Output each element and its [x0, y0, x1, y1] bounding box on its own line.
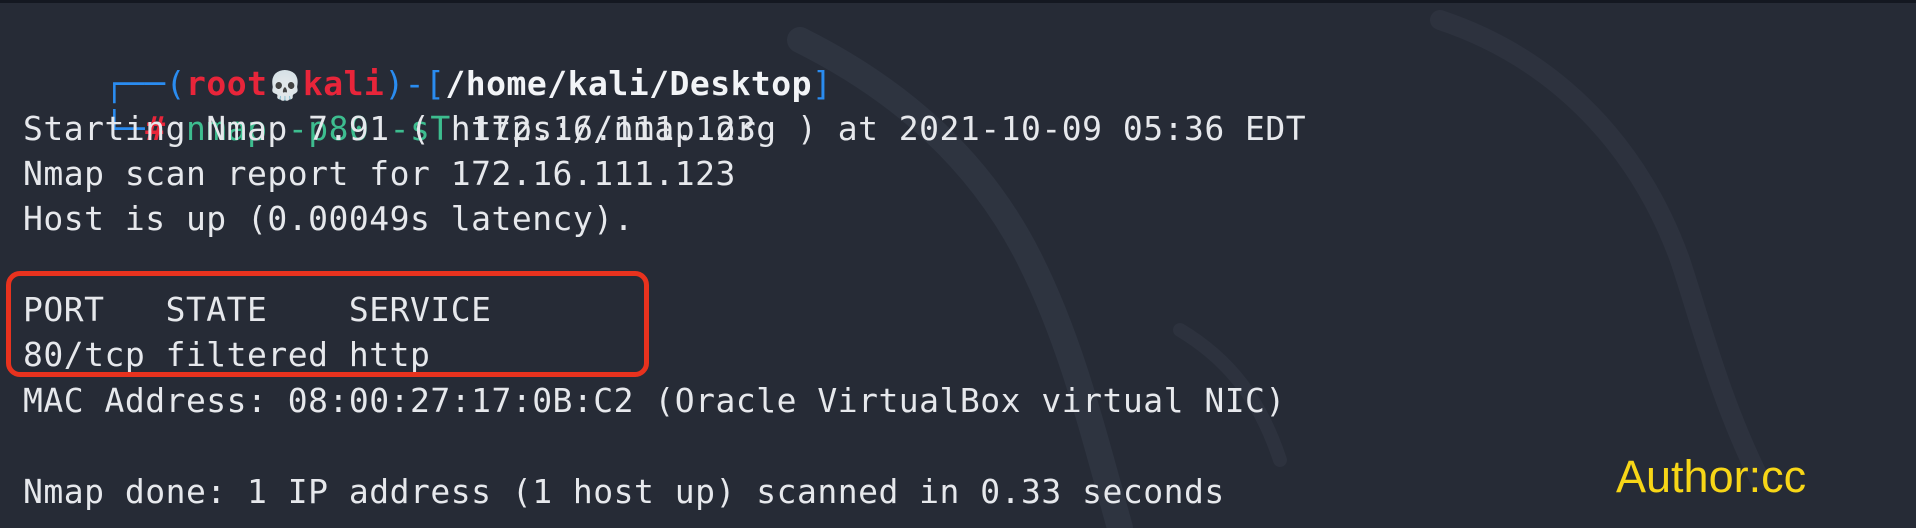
output-done: Nmap done: 1 IP address (1 host up) scan… [23, 472, 1225, 511]
port-table-highlight [6, 271, 649, 377]
command-line[interactable]: └─# nmap -p80 -sT 172.16.111.123 [23, 61, 756, 148]
output-host-up: Host is up (0.00049s latency). [23, 199, 635, 238]
output-scan-report: Nmap scan report for 172.16.111.123 [23, 154, 736, 193]
output-starting: Starting Nmap 7.91 ( https://nmap.org ) … [23, 109, 1307, 148]
prompt-path-end: ] [812, 64, 833, 103]
output-mac-address: MAC Address: 08:00:27:17:0B:C2 (Oracle V… [23, 381, 1286, 420]
author-label: Author:cc [1616, 451, 1807, 502]
terminal-window[interactable]: ┌──(root💀kali)-[/home/kali/Desktop] └─# … [0, 0, 1916, 528]
terminal-top-border [0, 0, 1916, 3]
prompt-line-top: ┌──(root💀kali)-[/home/kali/Desktop] [23, 16, 832, 103]
